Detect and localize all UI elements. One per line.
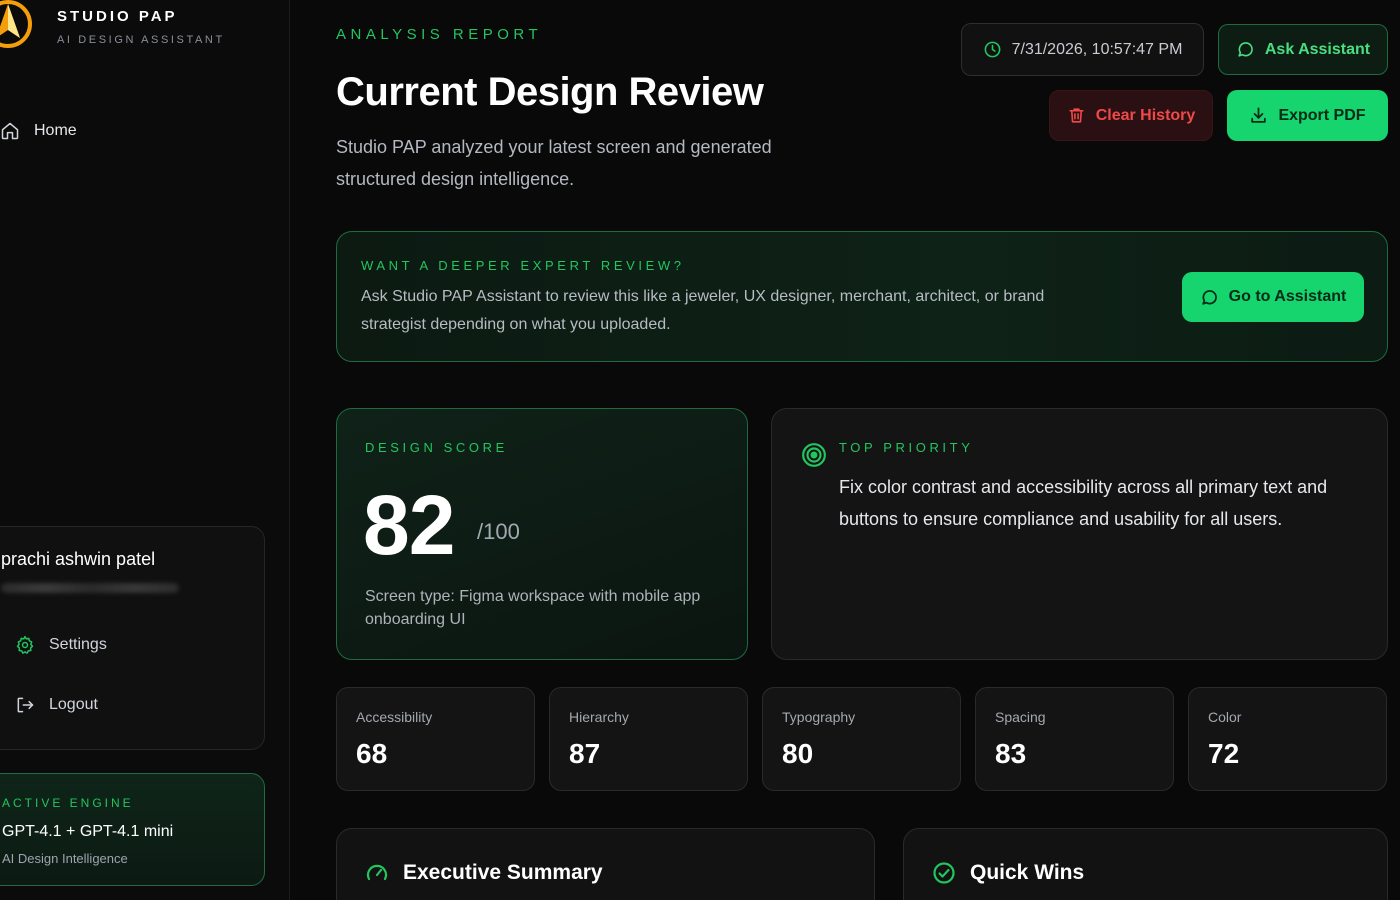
design-score-label: DESIGN SCORE — [365, 440, 508, 455]
metric-value: 72 — [1208, 738, 1240, 769]
quick-wins-card: Quick Wins — [903, 828, 1388, 900]
ask-assistant-button[interactable]: Ask Assistant — [1218, 24, 1388, 75]
engine-name: GPT-4.1 + GPT-4.1 mini — [2, 823, 174, 840]
timestamp-badge: 7/31/2026, 10:57:47 PM — [961, 23, 1204, 76]
metric-value: 68 — [356, 738, 388, 769]
quick-wins-title: Quick Wins — [970, 861, 1085, 884]
export-pdf-button[interactable]: Export PDF — [1227, 90, 1388, 141]
gauge-icon — [366, 864, 388, 881]
go-to-assistant-button[interactable]: Go to Assistant — [1182, 272, 1364, 322]
expert-review-text: Ask Studio PAP Assistant to review this … — [361, 288, 1045, 333]
clock-icon — [984, 41, 1001, 58]
engine-label: ACTIVE ENGINE — [2, 796, 134, 810]
settings-label: Settings — [49, 636, 107, 653]
user-email-redacted — [1, 583, 179, 593]
screen-type-text: Screen type: Figma workspace with mobile… — [365, 588, 701, 628]
sidebar-item-label: Home — [34, 122, 77, 139]
executive-summary-title: Executive Summary — [403, 861, 603, 884]
brand-name: STUDIO PAP — [57, 8, 178, 25]
metric-card-accessibility: Accessibility 68 — [336, 687, 535, 791]
top-priority-label: TOP PRIORITY — [839, 440, 974, 455]
user-name: prachi ashwin patel — [1, 549, 156, 569]
trash-icon — [1069, 108, 1084, 123]
metric-name: Hierarchy — [569, 709, 629, 725]
design-score-card: DESIGN SCORE 82 /100 Screen type: Figma … — [336, 408, 748, 660]
metric-name: Typography — [782, 709, 856, 725]
metric-value: 83 — [995, 738, 1027, 769]
gear-icon — [16, 635, 34, 654]
clear-history-button[interactable]: Clear History — [1049, 90, 1213, 141]
export-pdf-label: Export PDF — [1278, 106, 1366, 124]
executive-summary-heading: Executive Summary — [365, 861, 603, 885]
active-engine-card: ACTIVE ENGINE GPT-4.1 + GPT-4.1 mini AI … — [0, 773, 265, 886]
design-score-max: /100 — [477, 519, 520, 544]
metric-card-hierarchy: Hierarchy 87 — [549, 687, 748, 791]
executive-summary-card: Executive Summary — [336, 828, 875, 900]
report-eyebrow: ANALYSIS REPORT — [336, 26, 543, 43]
ask-assistant-label: Ask Assistant — [1264, 40, 1371, 58]
download-icon — [1251, 107, 1267, 123]
sidebar-item-home[interactable]: Home — [0, 118, 77, 144]
metric-name: Spacing — [995, 709, 1046, 725]
metric-name: Accessibility — [356, 709, 433, 725]
go-to-assistant-label: Go to Assistant — [1228, 288, 1347, 305]
metric-card-typography: Typography 80 — [762, 687, 961, 791]
settings-menu-item[interactable]: Settings — [15, 635, 107, 655]
timestamp-text: 7/31/2026, 10:57:47 PM — [1011, 40, 1183, 58]
top-priority-card: TOP PRIORITY Fix color contrast and acce… — [771, 408, 1388, 660]
target-icon — [802, 443, 826, 467]
logout-label: Logout — [49, 696, 98, 713]
quick-wins-heading: Quick Wins — [932, 861, 1084, 885]
studio-pap-logo-icon — [0, 0, 32, 48]
app-root: STUDIO PAP AI DESIGN ASSISTANT Home prac… — [0, 0, 1400, 900]
chat-bubble-icon — [1238, 42, 1253, 57]
user-card: prachi ashwin patel Settings Logout — [0, 526, 265, 750]
top-priority-text: Fix color contrast and accessibility acr… — [839, 477, 1328, 529]
metric-value: 87 — [569, 738, 601, 769]
clear-history-label: Clear History — [1095, 106, 1196, 124]
logout-menu-item[interactable]: Logout — [15, 695, 98, 715]
metric-value: 80 — [782, 738, 814, 769]
metric-name: Color — [1208, 709, 1242, 725]
check-circle-icon — [933, 862, 955, 884]
expert-review-banner: WANT A DEEPER EXPERT REVIEW? Ask Studio … — [336, 231, 1388, 362]
metric-card-color: Color 72 — [1188, 687, 1387, 791]
design-score-value: 82 — [363, 478, 455, 572]
home-icon — [1, 122, 19, 140]
page-description: Studio PAP analyzed your latest screen a… — [336, 137, 772, 189]
engine-subtitle: AI Design Intelligence — [2, 851, 128, 866]
sidebar: STUDIO PAP AI DESIGN ASSISTANT Home prac… — [0, 0, 290, 900]
metric-card-spacing: Spacing 83 — [975, 687, 1174, 791]
logout-icon — [17, 697, 34, 713]
page-title: Current Design Review — [336, 70, 764, 114]
brand-tagline: AI DESIGN ASSISTANT — [57, 34, 225, 46]
expert-review-eyebrow: WANT A DEEPER EXPERT REVIEW? — [361, 258, 685, 273]
chat-bubble-icon — [1201, 289, 1217, 305]
